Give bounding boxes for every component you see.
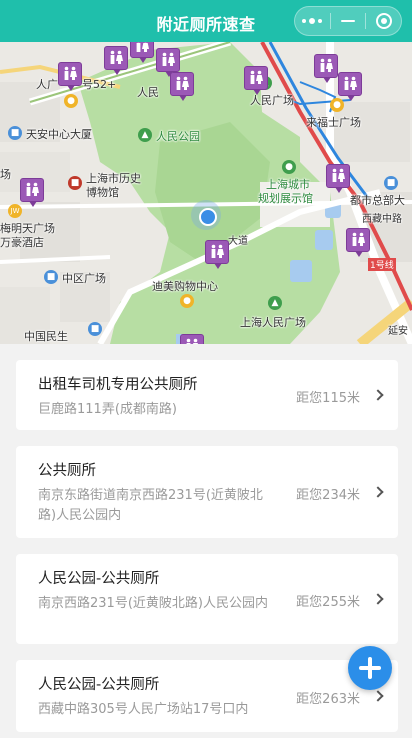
close-target-icon xyxy=(375,13,392,29)
park-poi-icon: ▲ xyxy=(138,128,152,142)
map-label: 博物馆 xyxy=(86,186,119,199)
map-label: 规划展示馆 xyxy=(258,192,313,205)
map-label: 西藏中路 xyxy=(362,214,402,225)
more-dots-icon xyxy=(302,18,323,24)
map-label: 场 xyxy=(0,168,11,181)
shopping-poi-icon: ● xyxy=(330,98,344,112)
map-label: 上海人民广场 xyxy=(240,316,306,329)
museum-poi-icon: ■ xyxy=(68,176,82,190)
map-label: 人广 xyxy=(36,78,58,91)
toilet-list-item[interactable]: 人民公园-公共厕所 南京西路231号(近黄陂北路)人民公园内 距您255米 xyxy=(16,554,398,644)
building-poi-icon: ■ xyxy=(8,126,22,140)
more-button[interactable] xyxy=(295,7,330,35)
toilet-pin-icon[interactable] xyxy=(156,48,180,77)
minimize-icon xyxy=(341,20,355,22)
toilet-name: 人民公园-公共厕所 xyxy=(38,571,160,587)
minimize-button[interactable] xyxy=(331,7,366,35)
toilet-pin-icon[interactable] xyxy=(244,66,268,95)
map-label: 天安中心大厦 xyxy=(26,128,92,141)
building-poi-icon: ■ xyxy=(384,176,398,190)
toilet-name: 出租车司机专用公共厕所 xyxy=(38,377,198,393)
toilet-list-item[interactable]: 公共厕所 南京东路街道南京西路231号(近黄陂北路)人民公园内 距您234米 xyxy=(16,446,398,538)
chevron-right-icon xyxy=(372,486,384,498)
chevron-right-icon xyxy=(372,690,384,702)
toilet-distance: 距您255米 xyxy=(296,595,360,610)
toilet-distance: 距您115米 xyxy=(296,391,360,406)
current-location-icon xyxy=(191,200,221,230)
toilet-pin-icon[interactable] xyxy=(58,62,82,91)
toilet-pin-icon[interactable] xyxy=(104,46,128,75)
metro-line-badge: 1号线 xyxy=(368,258,396,271)
top-bar: 附近厕所速查 xyxy=(0,0,412,42)
toilet-name: 公共厕所 xyxy=(38,463,96,479)
toilet-name: 人民公园-公共厕所 xyxy=(38,677,160,693)
map-label: 万豪酒店 xyxy=(0,236,44,249)
toilet-pin-icon[interactable] xyxy=(170,72,194,101)
toilet-pin-icon[interactable] xyxy=(326,164,350,193)
map-label: 大道 xyxy=(228,236,248,247)
toilet-pin-icon[interactable] xyxy=(180,334,204,344)
toilet-address: 巨鹿路111弄(成都南路) xyxy=(38,402,177,417)
toilet-distance: 距您234米 xyxy=(296,488,360,503)
map-label: 中区广场 xyxy=(62,272,106,285)
map-label: 中国民生 xyxy=(24,330,68,343)
map-view[interactable]: 人广 号52+ 人民 人民广场 天安中心大厦 人民公园 来福士广场 场 上海市历… xyxy=(0,42,412,344)
mini-program-capsule xyxy=(294,6,402,36)
toilet-pin-icon[interactable] xyxy=(338,72,362,101)
toilet-address: 南京西路231号(近黄陂北路)人民公园内 xyxy=(38,596,268,611)
add-toilet-button[interactable] xyxy=(348,646,392,690)
square-poi-icon: ▲ xyxy=(268,296,282,310)
bank-poi-icon: ■ xyxy=(88,322,102,336)
exhibition-poi-icon: ● xyxy=(282,160,296,174)
hotel-poi-icon: JW xyxy=(8,204,22,218)
chevron-right-icon xyxy=(372,389,384,401)
map-label: 迪美购物中心 xyxy=(152,280,218,293)
toilet-pin-icon[interactable] xyxy=(20,178,44,207)
building-poi-icon: ■ xyxy=(44,270,58,284)
shopping-poi-icon: ● xyxy=(180,294,194,308)
close-button[interactable] xyxy=(366,7,401,35)
toilet-list-item[interactable]: 出租车司机专用公共厕所 巨鹿路111弄(成都南路) 距您115米 xyxy=(16,360,398,430)
toilet-address: 南京东路街道南京西路231号(近黄陂北路)人民公园内 xyxy=(38,488,263,523)
map-label: 延安 xyxy=(388,326,408,337)
map-label: 都市总部大 xyxy=(350,194,405,207)
map-label: 号52+ xyxy=(82,78,117,91)
map-label: 人民 xyxy=(137,86,159,99)
toilet-address: 西藏中路305号人民广场站17号口内 xyxy=(38,702,249,717)
toilet-pin-icon[interactable] xyxy=(346,228,370,257)
toilet-pin-icon[interactable] xyxy=(314,54,338,83)
map-label: 人民公园 xyxy=(156,130,200,143)
map-label: 来福士广场 xyxy=(306,116,361,129)
toilet-list-item[interactable]: 人民公园-公共厕所 西藏中路305号人民广场站17号口内 距您263米 xyxy=(16,660,398,732)
chevron-right-icon xyxy=(372,593,384,605)
toilet-pin-icon[interactable] xyxy=(205,240,229,269)
toilet-pin-icon[interactable] xyxy=(130,42,154,63)
toilet-distance: 距您263米 xyxy=(296,692,360,707)
shopping-poi-icon: ● xyxy=(64,94,78,108)
